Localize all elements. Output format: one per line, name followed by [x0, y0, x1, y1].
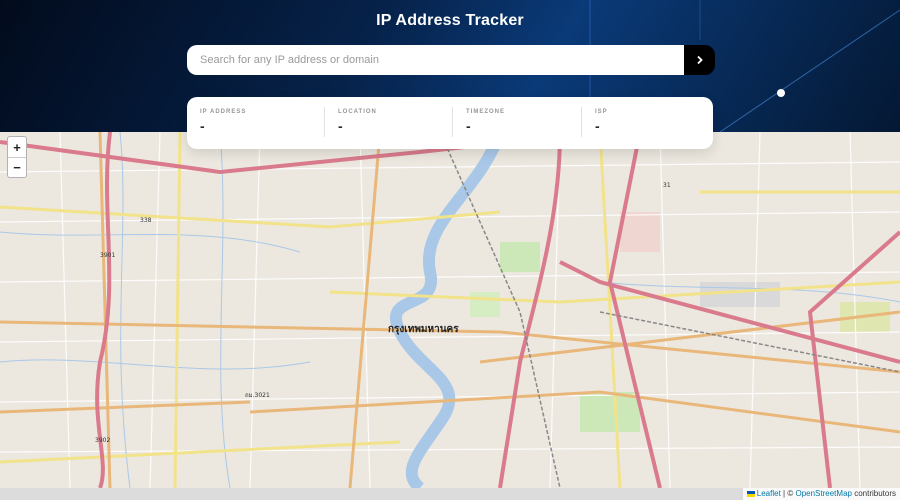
chevron-right-icon — [696, 55, 703, 65]
page-title: IP Address Tracker — [376, 12, 524, 29]
road-shield: 31 — [663, 182, 671, 189]
search-bar — [187, 45, 715, 75]
copyright-symbol: © — [787, 489, 794, 498]
info-ip-address: IP ADDRESS - — [187, 107, 324, 137]
road-shield: ถม.3021 — [245, 392, 270, 399]
info-label: IP ADDRESS — [200, 109, 247, 115]
map-view[interactable]: กรุงเทพมหานคร 338 3901 3902 ถม.3021 31 — [0, 132, 900, 488]
road-shield: 3902 — [95, 437, 110, 444]
zoom-in-button[interactable]: + — [8, 137, 26, 157]
map-attribution: Leaflet | © OpenStreetMap contributors — [742, 488, 900, 500]
leaflet-link[interactable]: Leaflet — [757, 489, 781, 498]
openstreetmap-link[interactable]: OpenStreetMap — [795, 489, 851, 498]
search-input[interactable] — [187, 45, 684, 75]
info-location: LOCATION - — [324, 107, 452, 137]
attribution-suffix: contributors — [854, 489, 896, 498]
zoom-out-button[interactable]: − — [8, 157, 26, 177]
city-label: กรุงเทพมหานคร — [388, 324, 459, 335]
info-value: - — [595, 118, 600, 134]
info-value: - — [466, 118, 471, 134]
zoom-control: + − — [7, 136, 27, 178]
info-value: - — [338, 118, 343, 134]
info-value: - — [200, 118, 205, 134]
info-label: ISP — [595, 109, 608, 115]
map-tiles: กรุงเทพมหานคร 338 3901 3902 ถม.3021 31 — [0, 132, 900, 488]
search-submit-button[interactable] — [684, 45, 715, 75]
info-label: TIMEZONE — [466, 109, 505, 115]
attribution-separator: | — [783, 489, 786, 498]
road-shield: 338 — [140, 217, 152, 224]
road-shield: 3901 — [100, 252, 115, 259]
ukraine-flag-icon — [746, 490, 755, 497]
info-label: LOCATION — [338, 109, 377, 115]
info-timezone: TIMEZONE - — [452, 107, 581, 137]
ip-info-card: IP ADDRESS - LOCATION - TIMEZONE - ISP - — [187, 97, 713, 149]
info-isp: ISP - — [581, 107, 713, 137]
